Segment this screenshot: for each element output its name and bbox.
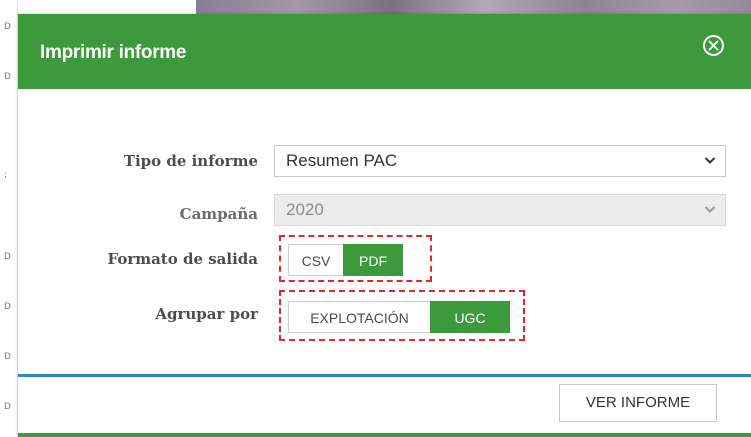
background-mark: D (4, 252, 11, 262)
background-mark: D (4, 22, 11, 32)
campaign-value: 2020 (286, 200, 324, 219)
background-map-image (196, 0, 751, 14)
group-explotacion-option[interactable]: EXPLOTACIÓN (288, 301, 431, 333)
background-mark: ; (4, 170, 8, 180)
close-circle-icon (703, 35, 724, 56)
chevron-down-icon (704, 206, 716, 213)
report-type-value: Resumen PAC (286, 151, 398, 170)
background-mark: D (4, 352, 11, 362)
group-ugc-option[interactable]: UGC (430, 301, 510, 333)
report-type-select[interactable]: Resumen PAC (274, 145, 726, 177)
dialog-title: Imprimir informe (40, 42, 187, 63)
print-report-dialog: Imprimir informe Tipo de informe Resumen… (18, 14, 751, 437)
background-mark: D (4, 72, 11, 82)
background-mark: D (4, 302, 11, 312)
background-left-strip: D D ; D D D D (0, 0, 18, 437)
format-csv-option[interactable]: CSV (288, 244, 344, 276)
report-type-label: Tipo de informe (123, 152, 258, 170)
campaign-label: Campaña (179, 205, 258, 223)
campaign-select: 2020 (274, 194, 726, 226)
format-pdf-option[interactable]: PDF (343, 244, 403, 276)
footer-divider (18, 374, 751, 377)
dialog-header: Imprimir informe (18, 14, 751, 89)
close-button[interactable] (702, 34, 725, 57)
view-report-button[interactable]: VER INFORME (559, 384, 717, 422)
chevron-down-icon (704, 157, 716, 164)
dialog-body: Tipo de informe Resumen PAC Campaña 2020… (18, 89, 751, 377)
group-by-label: Agrupar por (155, 305, 258, 323)
background-mark: D (4, 402, 11, 412)
dialog-bottom-border (18, 433, 751, 437)
output-format-label: Formato de salida (107, 250, 258, 268)
